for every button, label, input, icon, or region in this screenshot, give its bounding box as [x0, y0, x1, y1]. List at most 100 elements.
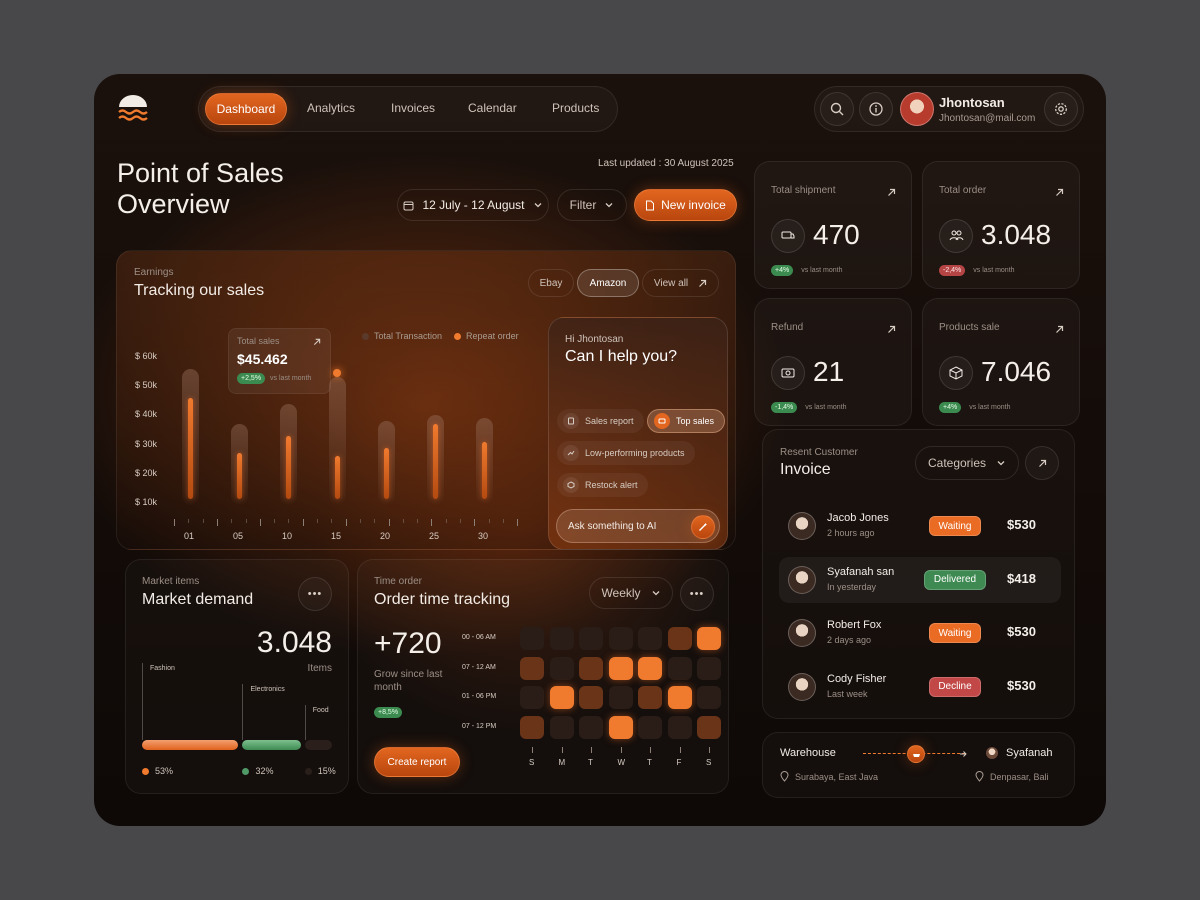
more-options-button[interactable]: •••: [298, 577, 332, 611]
heatmap-cell[interactable]: [608, 715, 633, 739]
invoice-row[interactable]: Robert Fox 2 days ago Waiting $530: [779, 610, 1061, 656]
x-axis-tick: [274, 519, 276, 523]
heatmap-cell[interactable]: [638, 715, 662, 739]
heatmap-cell[interactable]: [579, 686, 603, 709]
tab-products[interactable]: Products: [552, 101, 599, 115]
bar-repeat-order[interactable]: [237, 453, 242, 499]
period-select[interactable]: Weekly: [589, 577, 673, 609]
market-bar[interactable]: [242, 740, 301, 750]
ai-ask-input[interactable]: Ask something to AI: [556, 509, 720, 543]
heatmap-cell[interactable]: [520, 686, 544, 709]
heatmap-cell[interactable]: [667, 715, 692, 739]
arrow-up-right-icon[interactable]: [887, 184, 896, 202]
heatmap-cell[interactable]: [549, 686, 574, 709]
order-subtitle: Grow since last month: [374, 669, 443, 693]
heatmap-cell[interactable]: [697, 656, 721, 680]
arrow-up-right-icon[interactable]: [887, 321, 896, 339]
info-icon: [869, 102, 883, 116]
invoice-eyebrow: Resent Customer: [780, 447, 858, 458]
market-bar[interactable]: [142, 740, 239, 750]
market-bar[interactable]: [304, 740, 332, 750]
tab-dashboard[interactable]: Dashboard: [205, 93, 287, 125]
heatmap-cell[interactable]: [638, 686, 662, 709]
tab-ebay[interactable]: Ebay: [528, 269, 574, 297]
tab-calendar[interactable]: Calendar: [468, 101, 517, 115]
stat-card[interactable]: Refund 21 -1,4% vs last month: [754, 298, 912, 426]
legend-label: Repeat order: [466, 331, 519, 341]
user-avatar[interactable]: [900, 92, 934, 126]
stat-card[interactable]: Products sale 7.046 +4% vs last month: [922, 298, 1080, 426]
heatmap-cell[interactable]: [697, 627, 721, 650]
market-legend-dot: [304, 768, 312, 775]
receipt-icon: [654, 413, 670, 429]
heatmap-cell[interactable]: [638, 627, 662, 650]
tab-amazon[interactable]: Amazon: [577, 269, 639, 297]
arrow-up-right-icon[interactable]: [1055, 321, 1064, 339]
heatmap-cell[interactable]: [579, 715, 603, 739]
heatmap-cell[interactable]: [520, 715, 544, 739]
info-button[interactable]: [859, 92, 893, 126]
create-report-button[interactable]: Create report: [374, 747, 460, 777]
stat-card[interactable]: Total order 3.048 -2,4% vs last month: [922, 161, 1080, 289]
arrow-up-right-icon: [1038, 459, 1046, 467]
heatmap-cell[interactable]: [579, 656, 603, 680]
bar-repeat-order[interactable]: [335, 456, 340, 499]
invoice-row[interactable]: Jacob Jones 2 hours ago Waiting $530: [779, 503, 1061, 549]
heatmap-cell[interactable]: [608, 627, 633, 650]
heatmap-cell[interactable]: [667, 686, 692, 709]
invoice-row[interactable]: Cody Fisher Last week Decline $530: [779, 664, 1061, 710]
date-range-picker[interactable]: 12 July - 12 August: [397, 189, 549, 221]
bar-repeat-order[interactable]: [482, 441, 487, 499]
arrow-up-right-icon[interactable]: [1055, 184, 1064, 202]
arrow-right-icon: [960, 751, 967, 757]
stat-card[interactable]: Total shipment 470 +4% vs last month: [754, 161, 912, 289]
heatmap-cell[interactable]: [549, 656, 574, 680]
vs-last-month: vs last month: [805, 404, 847, 411]
settings-button[interactable]: [1044, 92, 1078, 126]
bar-repeat-order[interactable]: [188, 397, 193, 499]
location-pin-icon: [780, 771, 789, 782]
heatmap-cell[interactable]: [697, 715, 721, 739]
heatmap-cell[interactable]: [667, 656, 692, 680]
heatmap-cell[interactable]: [608, 686, 633, 709]
brand-logo[interactable]: [116, 94, 150, 124]
new-invoice-button[interactable]: New invoice: [634, 189, 737, 221]
tab-invoices[interactable]: Invoices: [391, 101, 435, 115]
categories-select[interactable]: Categories: [915, 446, 1019, 480]
heatmap-cell[interactable]: [549, 715, 574, 739]
chip-low-performing[interactable]: Low-performing products: [557, 441, 695, 465]
heatmap-cell[interactable]: [549, 627, 574, 650]
chip-label: Low-performing products: [585, 448, 685, 458]
heatmap-cell[interactable]: [697, 686, 721, 709]
invoice-row[interactable]: Syafanah san In yesterday Delivered $418: [779, 556, 1061, 603]
bar-repeat-order[interactable]: [433, 424, 438, 499]
shipping-card: Warehouse Syafanah Surabaya, East Java D…: [762, 732, 1075, 798]
open-invoices-button[interactable]: [1025, 446, 1059, 480]
bar-highlight-dot[interactable]: [333, 369, 341, 378]
search-button[interactable]: [820, 92, 854, 126]
filter-label: Filter: [569, 198, 597, 212]
x-axis-tick: [245, 519, 247, 523]
customer-name: Robert Fox: [827, 619, 882, 631]
x-axis-tick: [359, 519, 361, 523]
filter-button[interactable]: Filter: [557, 189, 627, 221]
chip-top-sales[interactable]: Top sales: [647, 409, 726, 433]
heatmap-cell[interactable]: [608, 656, 633, 680]
heatmap-cell[interactable]: [520, 656, 544, 680]
bar-repeat-order[interactable]: [384, 447, 389, 499]
heatmap-row-label: 00 - 06 AM: [462, 634, 496, 641]
heatmap-cell[interactable]: [520, 627, 544, 650]
tab-analytics[interactable]: Analytics: [307, 101, 355, 115]
x-tick-label: 01: [184, 531, 195, 541]
view-all-button[interactable]: View all: [642, 269, 719, 297]
heatmap-cell[interactable]: [638, 656, 662, 680]
heatmap-day-tick: [532, 747, 533, 753]
heatmap-cell[interactable]: [667, 627, 692, 650]
chip-restock-alert[interactable]: Restock alert: [557, 473, 648, 497]
ai-send-button[interactable]: [691, 515, 715, 539]
more-options-button[interactable]: •••: [680, 577, 714, 611]
market-percent: 53%: [155, 766, 174, 776]
heatmap-cell[interactable]: [579, 627, 603, 650]
chip-sales-report[interactable]: Sales report: [557, 409, 644, 433]
bar-repeat-order[interactable]: [286, 435, 291, 499]
